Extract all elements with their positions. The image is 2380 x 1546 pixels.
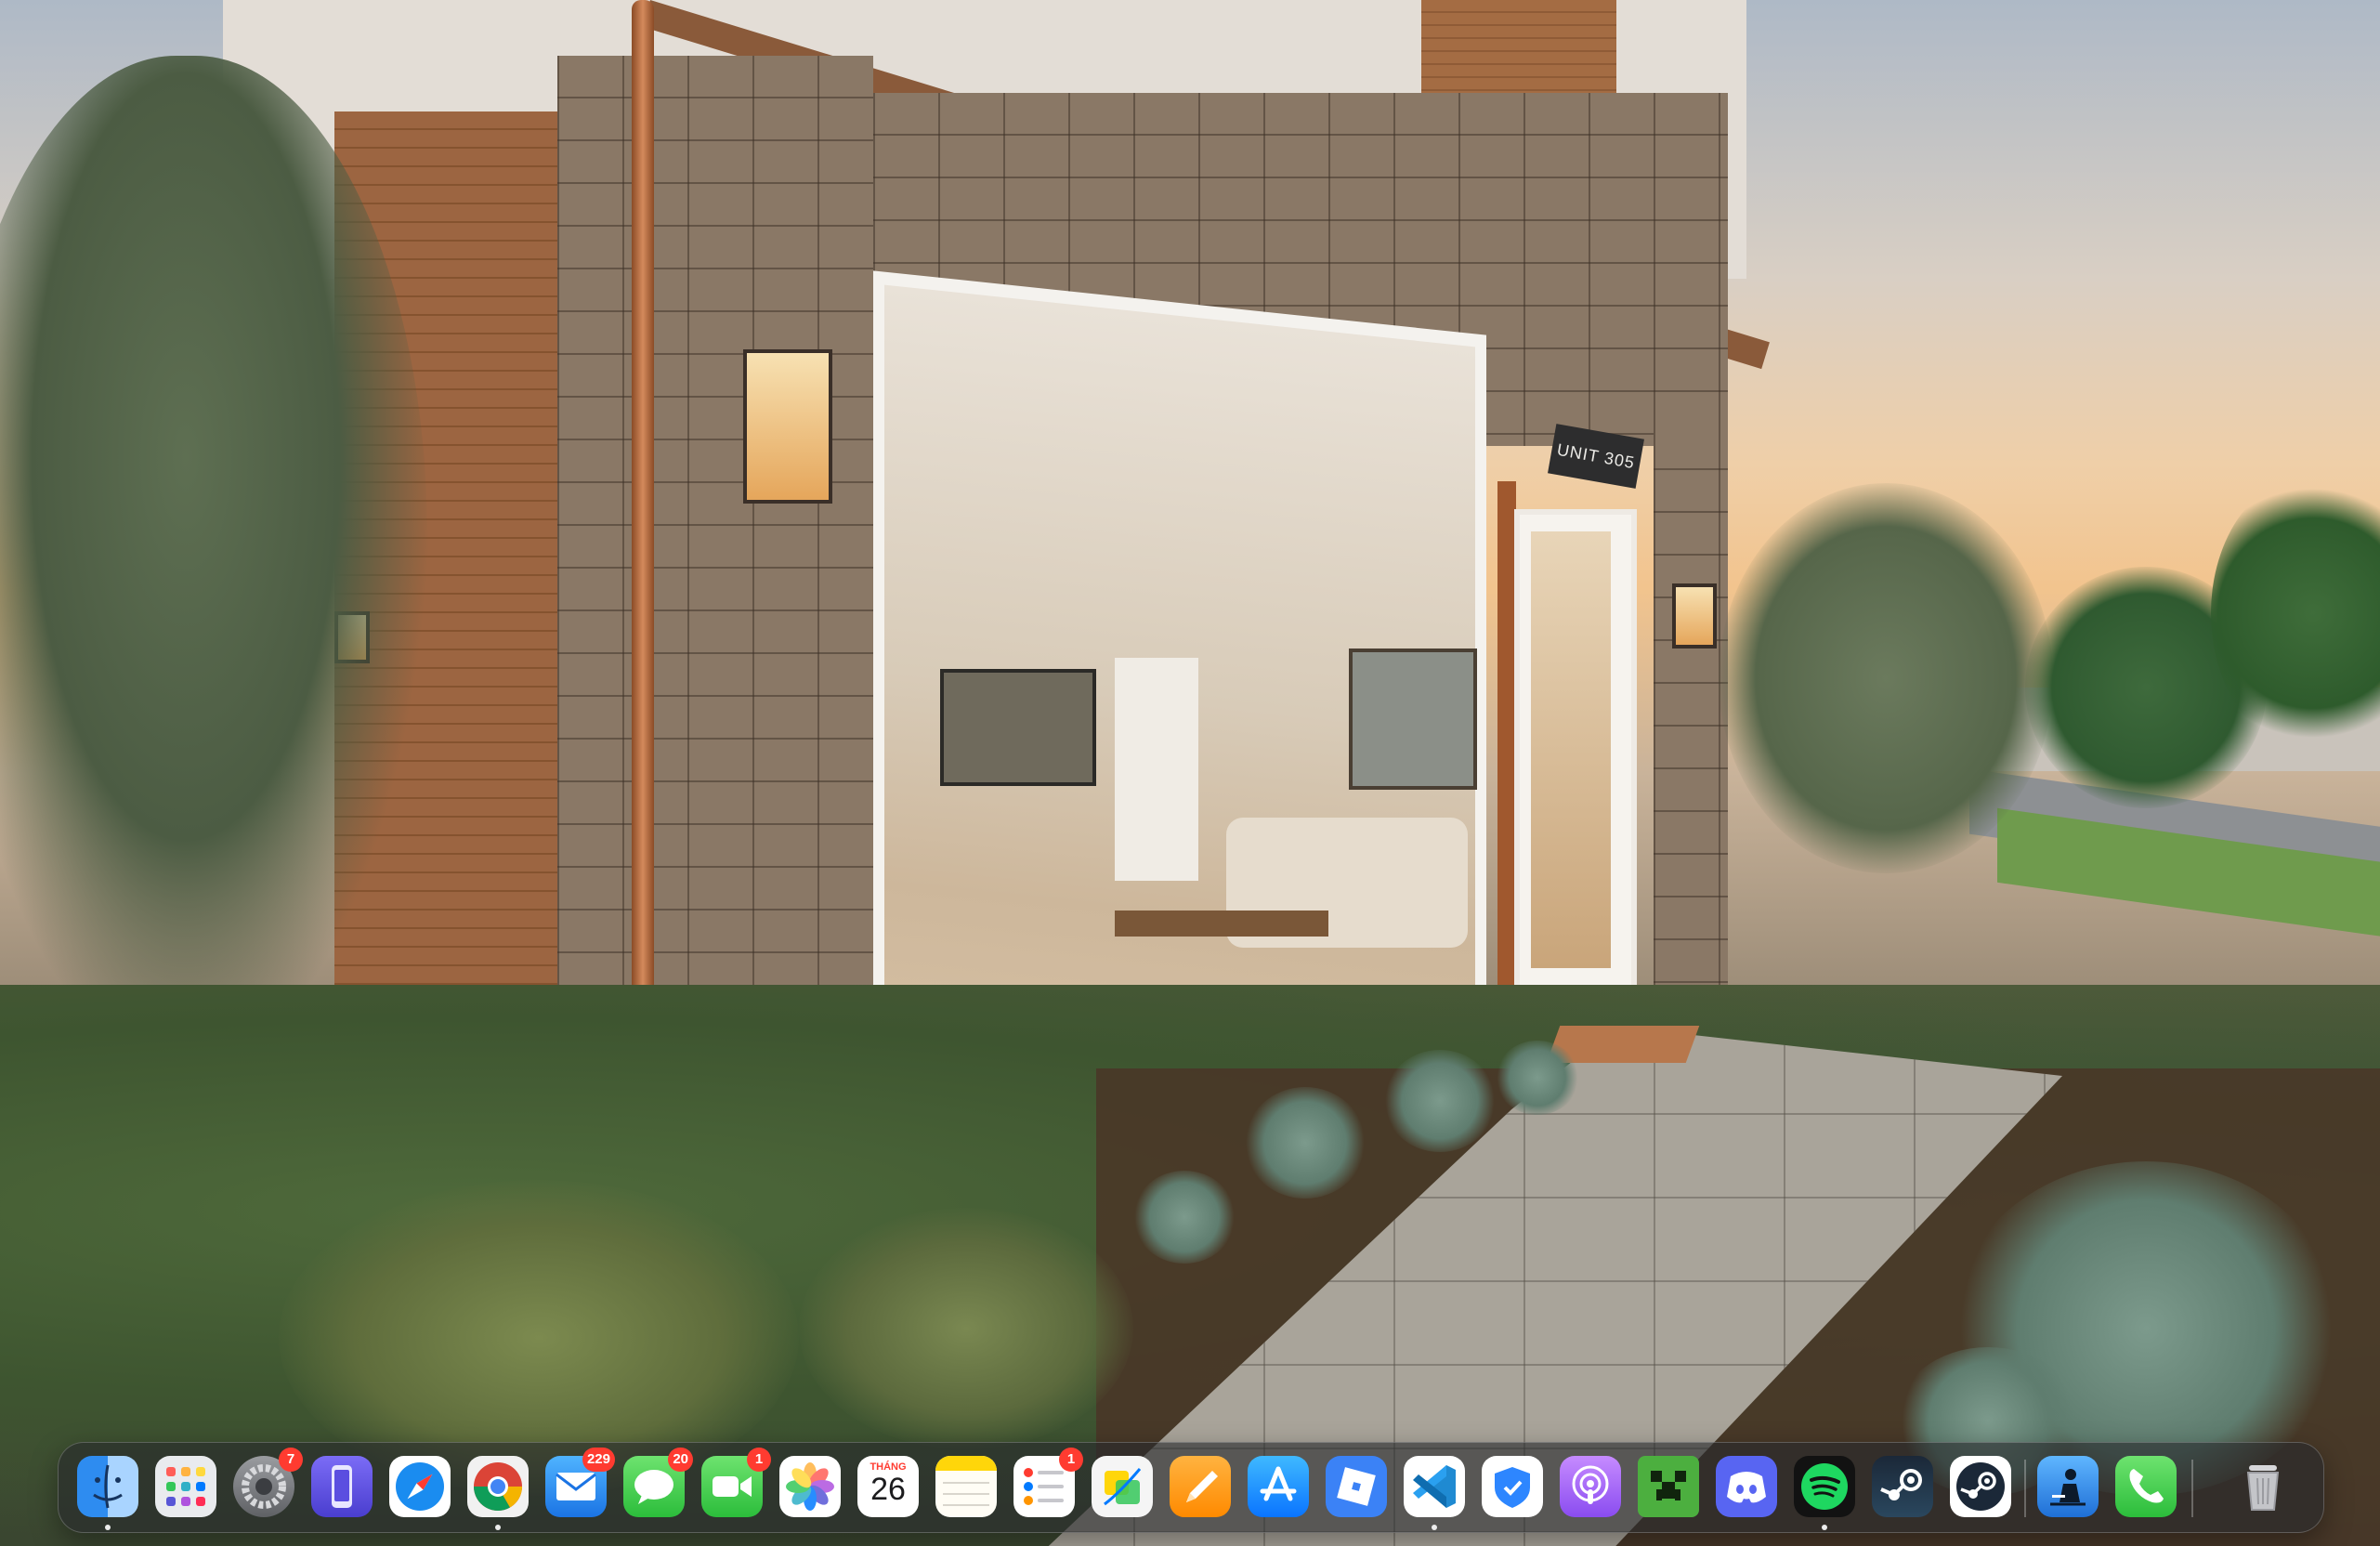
freeform-icon: [1092, 1456, 1153, 1517]
podcast-icon: [1560, 1456, 1621, 1517]
notification-badge: 20: [668, 1448, 693, 1472]
dock-separator: [2191, 1460, 2193, 1517]
room-landscape-art: [940, 669, 1096, 786]
photos-flower-icon: [779, 1456, 841, 1517]
stone-right-pillar: [1654, 427, 1728, 1022]
discord-icon: [1716, 1456, 1777, 1517]
dock-item-freeform[interactable]: [1092, 1456, 1153, 1517]
kindle-reader-icon: [2037, 1456, 2099, 1517]
wall-lantern-door: [1672, 583, 1717, 649]
dock-item-reminders[interactable]: 1: [1013, 1448, 1083, 1517]
trash-icon: [2232, 1456, 2294, 1517]
roblox-icon: [1326, 1456, 1387, 1517]
room-interior-door: [1115, 658, 1198, 881]
spotify-icon: [1794, 1456, 1855, 1517]
dock-item-security[interactable]: [1482, 1456, 1543, 1517]
dock-item-finder[interactable]: [77, 1456, 138, 1530]
running-indicator: [1822, 1525, 1827, 1530]
dock-item-safari[interactable]: [389, 1456, 451, 1517]
notification-badge: 1: [1059, 1448, 1083, 1472]
app-store-icon: [1248, 1456, 1309, 1517]
dock-item-minecraft[interactable]: [1638, 1456, 1699, 1517]
phone-icon: [2115, 1456, 2177, 1517]
calendar-day: 26: [870, 1472, 906, 1507]
dock-item-vscode[interactable]: [1404, 1456, 1465, 1530]
compass-icon: [389, 1456, 451, 1517]
launchpad-icon: [155, 1456, 216, 1517]
dock-item-roblox[interactable]: [1326, 1456, 1387, 1517]
dock-item-steam[interactable]: [1872, 1456, 1933, 1517]
chrome-icon: [467, 1456, 529, 1517]
pen-icon: [1170, 1456, 1231, 1517]
dock-item-notes[interactable]: [935, 1456, 997, 1517]
steam-icon: [1872, 1456, 1933, 1517]
ornamental-grass-2: [799, 1208, 1133, 1449]
notification-badge: 7: [279, 1448, 303, 1472]
dock-item-discord[interactable]: [1716, 1456, 1777, 1517]
entry-door-glass: [1531, 531, 1611, 968]
running-indicator: [105, 1525, 111, 1530]
dock-separator: [2024, 1460, 2026, 1517]
dock-item-phone[interactable]: [2115, 1456, 2177, 1517]
dock-item-spotify[interactable]: [1794, 1456, 1855, 1530]
dock-item-podcast[interactable]: [1560, 1456, 1621, 1517]
room-lake-art: [1349, 649, 1477, 790]
dock-item-simulator[interactable]: [311, 1456, 373, 1517]
dock-item-chrome[interactable]: [467, 1456, 529, 1530]
dock-item-kindle[interactable]: [2037, 1456, 2099, 1517]
running-indicator: [495, 1525, 501, 1530]
agave-plant: [1245, 1087, 1366, 1199]
simulator-icon: [311, 1456, 373, 1517]
running-indicator: [1432, 1525, 1437, 1530]
dock-item-pages[interactable]: [1170, 1456, 1231, 1517]
dock-item-system-settings[interactable]: 7: [233, 1448, 303, 1517]
dock-item-launchpad[interactable]: [155, 1456, 216, 1517]
desktop-wallpaper: UNIT 305: [0, 0, 2380, 1546]
vscode-icon: [1404, 1456, 1465, 1517]
agave-plant: [1133, 1171, 1236, 1264]
dock: 7 229 20 1 THÁNG 26 1: [58, 1442, 2324, 1533]
wall-lantern-main: [743, 349, 832, 504]
dock-item-mail[interactable]: 229: [545, 1448, 615, 1517]
calendar-icon: THÁNG 26: [857, 1456, 919, 1517]
dock-item-trash[interactable]: [2232, 1456, 2294, 1517]
dock-item-facetime[interactable]: 1: [701, 1448, 771, 1517]
creeper-icon: [1638, 1456, 1699, 1517]
dock-item-steam-link[interactable]: [1950, 1456, 2011, 1517]
notes-icon: [935, 1456, 997, 1517]
dock-item-messages[interactable]: 20: [623, 1448, 693, 1517]
notification-badge: 1: [747, 1448, 771, 1472]
dock-item-photos[interactable]: [779, 1456, 841, 1517]
finder-icon: [77, 1456, 138, 1517]
notification-badge: 229: [582, 1448, 615, 1472]
shield-icon: [1482, 1456, 1543, 1517]
copper-trim: [1497, 481, 1516, 1057]
agave-plant: [1496, 1041, 1579, 1115]
dock-item-calendar[interactable]: THÁNG 26: [857, 1456, 919, 1517]
room-coffee-table: [1115, 911, 1328, 937]
steam-link-icon: [1950, 1456, 2011, 1517]
dock-item-app-store[interactable]: [1248, 1456, 1309, 1517]
olive-tree-left: [0, 56, 427, 1059]
olive-tree-right: [1719, 483, 2053, 873]
agave-plant: [1384, 1050, 1496, 1152]
